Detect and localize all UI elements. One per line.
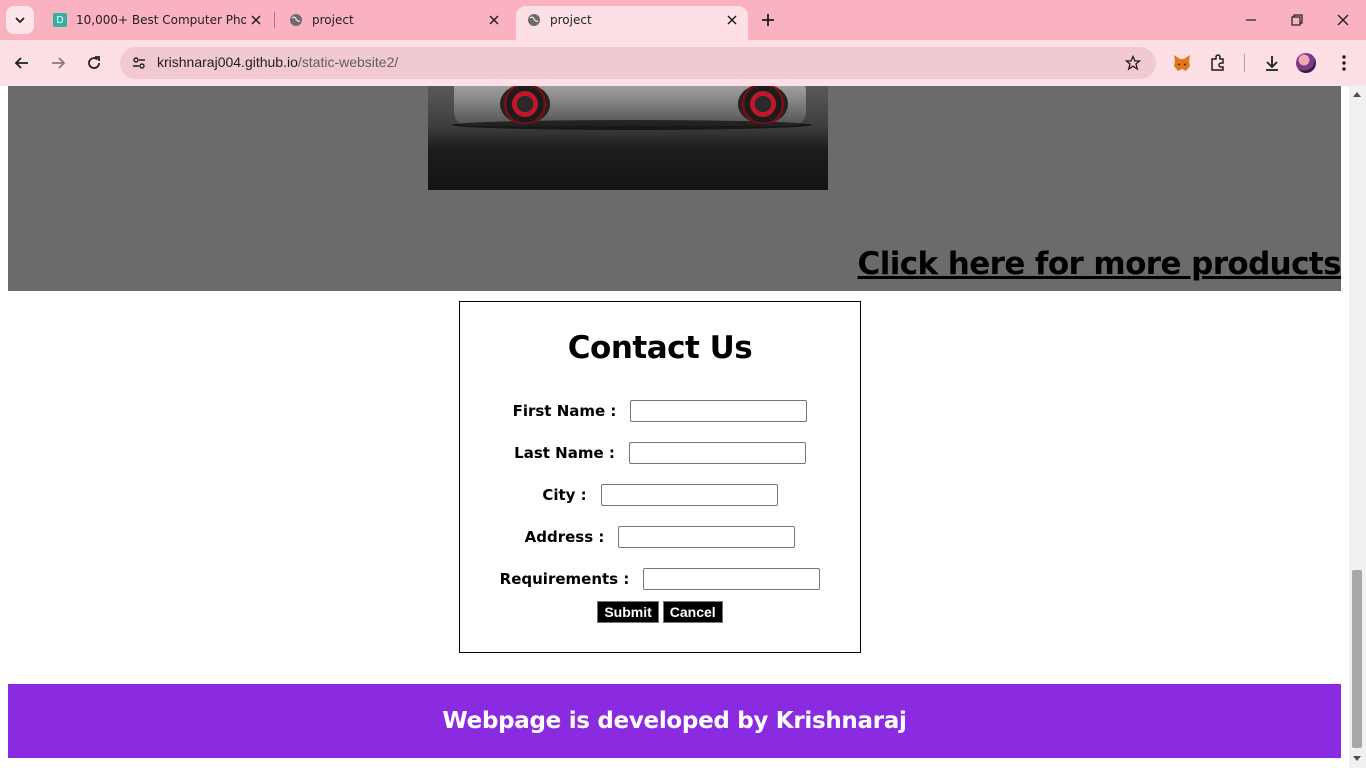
page-footer: Webpage is developed by Krishnaraj xyxy=(8,684,1341,758)
close-icon[interactable] xyxy=(484,10,504,30)
city-row: City : xyxy=(460,484,860,506)
tab-project-active[interactable]: project xyxy=(516,6,748,40)
scroll-down-arrow-icon[interactable] xyxy=(1353,756,1361,761)
restore-button[interactable] xyxy=(1274,0,1320,40)
metamask-fox-icon[interactable] xyxy=(1168,50,1196,76)
last-name-label: Last Name : xyxy=(514,444,615,462)
more-vertical-icon xyxy=(1342,55,1346,71)
chevron-down-icon xyxy=(15,17,25,24)
first-name-label: First Name : xyxy=(512,402,617,420)
tab-computer-photos[interactable]: D 10,000+ Best Computer Photos xyxy=(42,6,272,34)
tab-strip: D 10,000+ Best Computer Photos project p… xyxy=(0,0,1366,40)
toolbar-separator xyxy=(1244,54,1245,72)
requirements-label: Requirements : xyxy=(499,570,630,588)
new-tab-button[interactable] xyxy=(756,8,780,32)
close-window-button[interactable] xyxy=(1320,0,1366,40)
form-buttons: Submit Cancel xyxy=(460,601,860,623)
tab-separator xyxy=(274,12,275,28)
cancel-button[interactable]: Cancel xyxy=(662,601,723,623)
address-row: Address : xyxy=(460,526,860,548)
globe-icon xyxy=(526,12,542,28)
last-name-row: Last Name : xyxy=(460,442,860,464)
tab-search-button[interactable] xyxy=(6,6,34,34)
contact-form: Contact Us First Name : Last Name : City… xyxy=(459,301,861,653)
extensions-puzzle-icon[interactable] xyxy=(1204,50,1232,76)
globe-icon xyxy=(288,12,304,28)
minimize-button[interactable] xyxy=(1228,0,1274,40)
profile-avatar[interactable] xyxy=(1292,50,1320,76)
arrow-right-icon xyxy=(52,57,66,69)
reload-icon xyxy=(88,56,100,69)
site-settings-icon[interactable] xyxy=(128,52,150,74)
minimize-icon xyxy=(1246,19,1256,21)
restore-icon xyxy=(1291,14,1303,26)
bookmark-star-icon[interactable] xyxy=(1122,52,1144,74)
close-icon[interactable] xyxy=(246,10,266,30)
url-path: /static-website2/ xyxy=(297,54,399,70)
tab-project-1[interactable]: project xyxy=(278,6,510,34)
page-viewport: Click here for more products Contact Us … xyxy=(0,86,1366,768)
more-products-link[interactable]: Click here for more products xyxy=(858,246,1342,282)
d-letter-icon: D xyxy=(52,12,68,28)
city-label: City : xyxy=(542,486,587,504)
avatar-image xyxy=(1296,53,1316,73)
close-icon xyxy=(1337,14,1349,26)
address-bar[interactable]: krishnaraj004.github.io/static-website2/ xyxy=(120,47,1156,79)
forward-button[interactable] xyxy=(44,49,72,77)
last-name-input[interactable] xyxy=(628,442,806,464)
car-image xyxy=(428,86,828,190)
reload-button[interactable] xyxy=(80,49,108,77)
footer-text: Webpage is developed by Krishnaraj xyxy=(442,708,907,734)
contact-heading: Contact Us xyxy=(567,330,753,366)
scroll-up-arrow-icon[interactable] xyxy=(1353,92,1361,97)
scrollbar-thumb[interactable] xyxy=(1352,570,1362,748)
first-name-row: First Name : xyxy=(460,400,860,422)
first-name-input[interactable] xyxy=(630,400,808,422)
page-scrollbar[interactable] xyxy=(1349,86,1366,768)
city-input[interactable] xyxy=(600,484,778,506)
arrow-left-icon xyxy=(14,57,28,69)
url-host: krishnaraj004.github.io xyxy=(157,54,298,70)
address-label: Address : xyxy=(524,528,605,546)
products-section: Click here for more products xyxy=(8,86,1342,291)
menu-button[interactable] xyxy=(1330,50,1358,76)
requirements-row: Requirements : xyxy=(460,568,860,590)
close-icon[interactable] xyxy=(722,10,742,30)
requirements-input[interactable] xyxy=(643,568,821,590)
address-input[interactable] xyxy=(618,526,796,548)
back-button[interactable] xyxy=(8,49,36,77)
plus-icon xyxy=(762,14,774,26)
url-text: krishnaraj004.github.io/static-website2/ xyxy=(157,54,398,70)
submit-button[interactable]: Submit xyxy=(597,601,659,623)
download-icon[interactable] xyxy=(1258,50,1286,76)
